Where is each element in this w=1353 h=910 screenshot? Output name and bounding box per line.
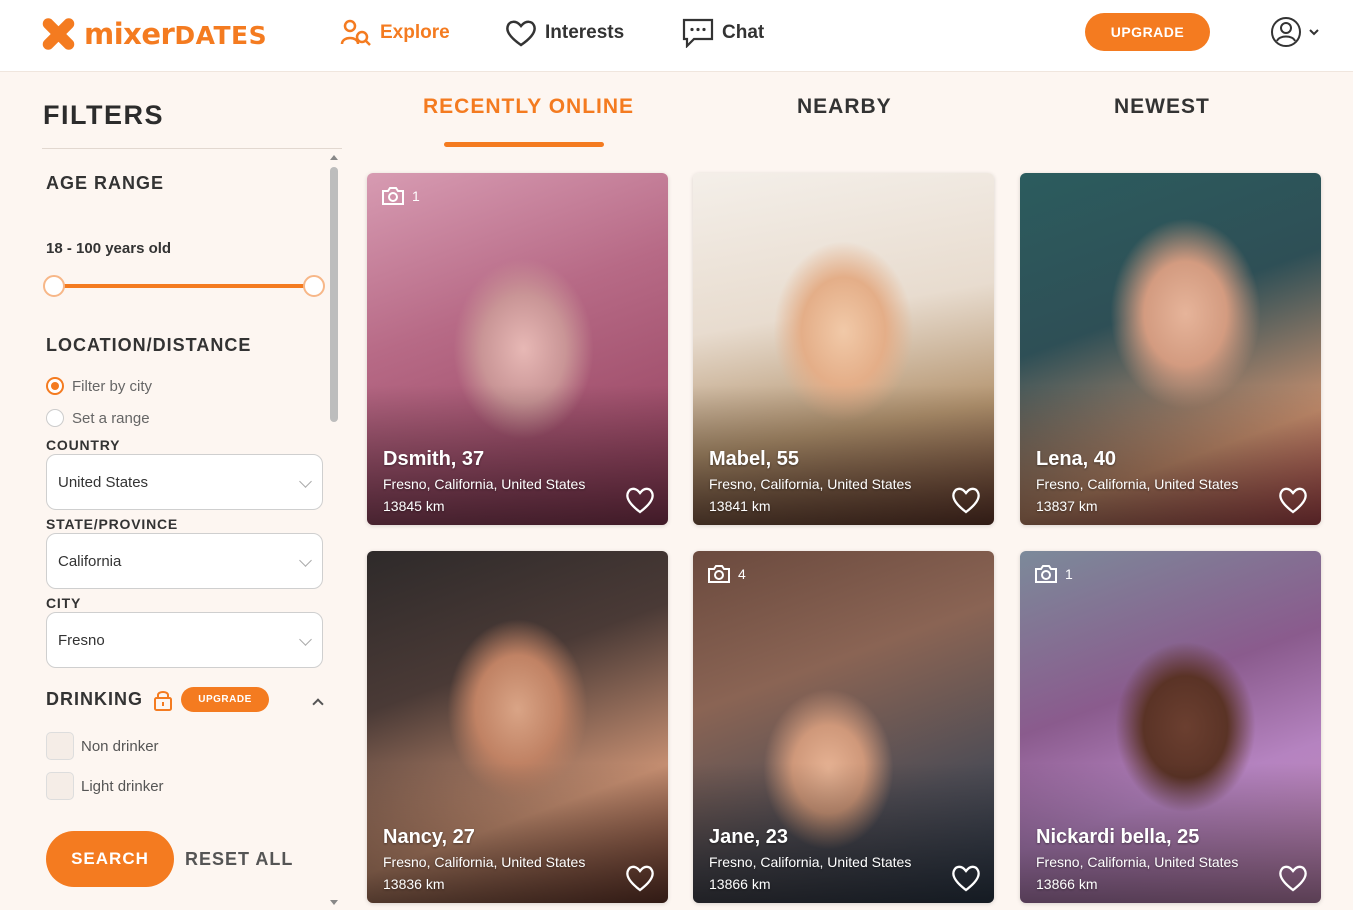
like-heart-icon[interactable] bbox=[951, 864, 981, 892]
photo-count: 4 bbox=[707, 564, 746, 584]
divider bbox=[42, 148, 342, 149]
top-header: mixerDATES Explore Interests Chat UPGRAD… bbox=[0, 0, 1353, 72]
sidebar-scrollbar[interactable] bbox=[329, 155, 339, 905]
profile-card[interactable]: Lena, 40 Fresno, California, United Stat… bbox=[1020, 173, 1321, 525]
logo-text: mixerDATES bbox=[84, 17, 268, 51]
filters-title: FILTERS bbox=[43, 100, 164, 130]
profile-distance: 13841 km bbox=[709, 498, 771, 514]
radio-set-range[interactable]: Set a range bbox=[46, 409, 150, 427]
chevron-down-icon bbox=[1309, 29, 1319, 36]
age-range-title: AGE RANGE bbox=[46, 173, 165, 193]
camera-icon bbox=[1035, 565, 1057, 583]
profile-location: Fresno, California, United States bbox=[383, 854, 586, 870]
radio-button[interactable] bbox=[46, 409, 64, 427]
like-heart-icon[interactable] bbox=[1278, 864, 1308, 892]
age-range-value: 18 - 100 years old bbox=[46, 240, 172, 257]
checkbox-light-drinker[interactable]: Light drinker bbox=[46, 772, 164, 800]
chevron-up-icon[interactable] bbox=[312, 698, 324, 710]
profile-location: Fresno, California, United States bbox=[1036, 854, 1239, 870]
profile-location: Fresno, California, United States bbox=[1036, 476, 1239, 492]
scroll-thumb[interactable] bbox=[330, 167, 338, 422]
city-label: CITY bbox=[46, 595, 82, 611]
profile-name: Mabel, 55 bbox=[709, 448, 800, 470]
chevron-down-icon bbox=[299, 475, 312, 488]
profile-card[interactable]: 1 Nickardi bella, 25 Fresno, California,… bbox=[1020, 551, 1321, 903]
state-label: STATE/PROVINCE bbox=[46, 516, 179, 532]
logo-x-icon bbox=[40, 15, 77, 53]
profile-card[interactable]: Mabel, 55 Fresno, California, United Sta… bbox=[693, 173, 994, 525]
upgrade-button[interactable]: UPGRADE bbox=[1085, 13, 1210, 51]
lock-icon bbox=[154, 690, 172, 711]
profile-distance: 13837 km bbox=[1036, 498, 1098, 514]
camera-icon bbox=[708, 565, 730, 583]
account-menu[interactable] bbox=[1270, 16, 1322, 48]
profile-distance: 13866 km bbox=[1036, 876, 1098, 892]
nav-chat[interactable]: Chat bbox=[682, 16, 764, 50]
radio-button[interactable] bbox=[46, 377, 64, 395]
like-heart-icon[interactable] bbox=[625, 486, 655, 514]
search-button[interactable]: SEARCH bbox=[46, 831, 174, 887]
checkbox[interactable] bbox=[46, 732, 74, 760]
profile-name: Dsmith, 37 bbox=[383, 448, 485, 470]
profile-name: Nancy, 27 bbox=[383, 826, 475, 848]
drinking-header[interactable]: DRINKING UPGRADE bbox=[46, 687, 269, 712]
profile-location: Fresno, California, United States bbox=[709, 854, 912, 870]
reset-all-button[interactable]: RESET ALL bbox=[185, 849, 293, 870]
photo-count: 1 bbox=[381, 186, 420, 206]
state-select[interactable]: California bbox=[46, 533, 323, 589]
like-heart-icon[interactable] bbox=[951, 486, 981, 514]
nav-interests[interactable]: Interests bbox=[505, 16, 624, 50]
age-min-handle[interactable] bbox=[43, 275, 65, 297]
profile-card[interactable]: Nancy, 27 Fresno, California, United Sta… bbox=[367, 551, 668, 903]
country-label: COUNTRY bbox=[46, 437, 121, 453]
drinking-title: DRINKING bbox=[46, 689, 143, 709]
checkbox[interactable] bbox=[46, 772, 74, 800]
chevron-down-icon bbox=[299, 554, 312, 567]
profile-distance: 13866 km bbox=[709, 876, 771, 892]
profile-name: Lena, 40 bbox=[1036, 448, 1117, 470]
drinking-upgrade-badge[interactable]: UPGRADE bbox=[181, 687, 269, 712]
chevron-down-icon bbox=[299, 633, 312, 646]
user-avatar-icon bbox=[1271, 17, 1301, 47]
active-tab-indicator bbox=[444, 142, 604, 147]
country-select[interactable]: United States bbox=[46, 454, 323, 510]
profile-name: Nickardi bella, 25 bbox=[1036, 826, 1200, 848]
tab-nearby[interactable]: NEARBY bbox=[797, 95, 892, 119]
profile-card[interactable]: 1 Dsmith, 37 Fresno, California, United … bbox=[367, 173, 668, 525]
scroll-down-icon[interactable] bbox=[330, 900, 338, 905]
profile-distance: 13845 km bbox=[383, 498, 445, 514]
city-select[interactable]: Fresno bbox=[46, 612, 323, 668]
profile-name: Jane, 23 bbox=[709, 826, 788, 848]
tab-recently-online[interactable]: RECENTLY ONLINE bbox=[423, 95, 634, 119]
photo-count: 1 bbox=[1034, 564, 1073, 584]
scroll-up-icon[interactable] bbox=[330, 155, 338, 160]
age-max-handle[interactable] bbox=[303, 275, 325, 297]
profile-location: Fresno, California, United States bbox=[709, 476, 912, 492]
camera-icon bbox=[382, 187, 404, 205]
profile-card[interactable]: 4 Jane, 23 Fresno, California, United St… bbox=[693, 551, 994, 903]
nav-explore[interactable]: Explore bbox=[340, 16, 450, 50]
age-range-slider[interactable] bbox=[54, 284, 314, 288]
location-title: LOCATION/DISTANCE bbox=[46, 335, 252, 355]
tab-newest[interactable]: NEWEST bbox=[1114, 95, 1210, 119]
like-heart-icon[interactable] bbox=[625, 864, 655, 892]
profile-distance: 13836 km bbox=[383, 876, 445, 892]
mixerdates-logo[interactable]: mixerDATES bbox=[40, 14, 267, 54]
filters-sidebar: FILTERS AGE RANGE 18 - 100 years old LOC… bbox=[0, 73, 345, 910]
like-heart-icon[interactable] bbox=[1278, 486, 1308, 514]
chat-icon bbox=[682, 18, 714, 48]
heart-icon bbox=[506, 20, 536, 47]
explore-icon bbox=[340, 19, 371, 46]
checkbox-non-drinker[interactable]: Non drinker bbox=[46, 732, 159, 760]
radio-filter-by-city[interactable]: Filter by city bbox=[46, 377, 152, 395]
profile-location: Fresno, California, United States bbox=[383, 476, 586, 492]
